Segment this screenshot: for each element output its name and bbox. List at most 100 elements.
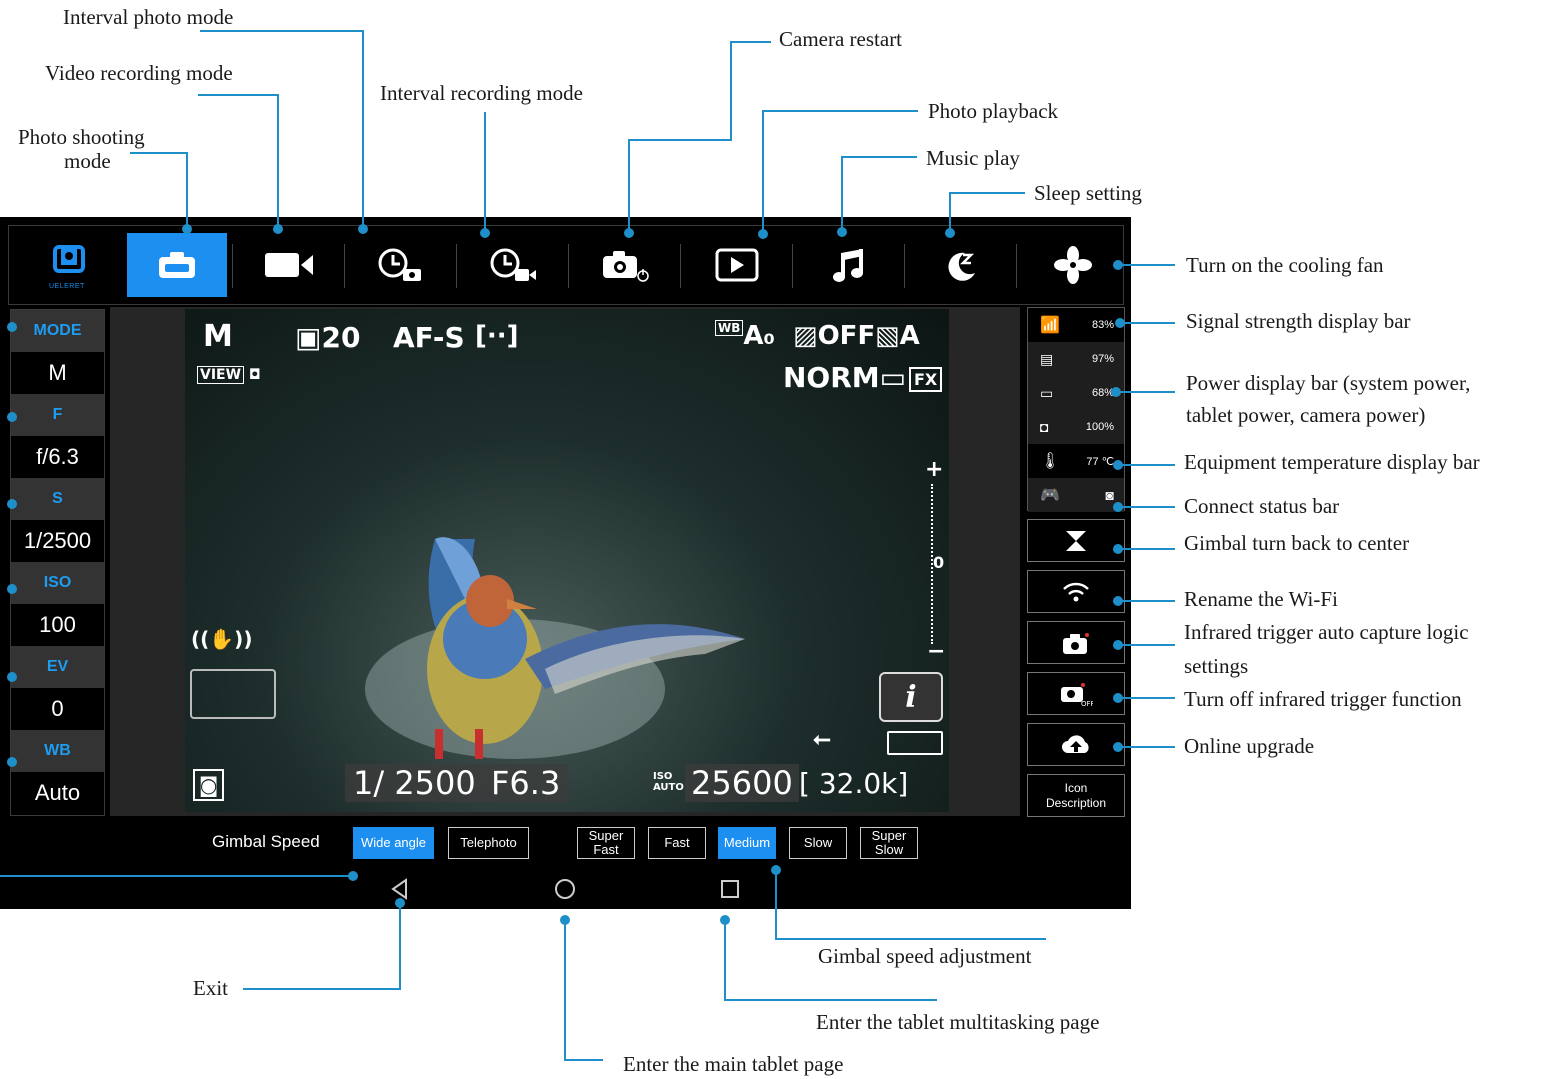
camera-connected-icon: ◙ — [1105, 487, 1114, 503]
metering-icon: ◙ — [193, 769, 225, 801]
interval-video-icon[interactable] — [463, 233, 563, 297]
icon-description-line1: Icon — [1064, 780, 1088, 795]
toolbar-divider — [456, 244, 457, 288]
osd-frames-remaining: [ 32.0k] — [799, 767, 909, 800]
rename-wifi-button[interactable] — [1027, 570, 1125, 613]
speed-super-fast-button[interactable]: Super Fast — [577, 827, 635, 859]
gimbal-speed-bar: Gimbal Speed Wide angle Telephoto Super … — [0, 823, 1131, 863]
exposure-plus: + — [925, 457, 944, 482]
camera-settings-panel: MODE M F f/6.3 S 1/2500 ISO 100 EV 0 WB … — [10, 309, 105, 816]
connect-status-row: 🎮 ◙ — [1028, 478, 1124, 512]
logo-text: UELERET — [49, 283, 85, 290]
live-view[interactable]: M ▣20 AF-S [··] WB A₀ ▨OFF ▧A VIEW ◘ NORM… — [110, 307, 1020, 816]
annotation-gimbal-speed-adjustment: Gimbal speed adjustment — [818, 944, 1032, 968]
annotation-equipment-temperature: Equipment temperature display bar — [1184, 450, 1480, 474]
sleep-icon[interactable] — [911, 233, 1011, 297]
osd-format: FX — [909, 367, 943, 392]
osd-burst-count: 20 — [321, 321, 361, 354]
camera-power-value: 100% — [1085, 421, 1114, 433]
annotation-camera-restart: Camera restart — [779, 27, 903, 51]
infrared-auto-button[interactable] — [1027, 621, 1125, 664]
gimbal-center-icon — [1066, 530, 1086, 551]
camera-power-icon: ◘ — [1040, 419, 1049, 435]
annotation-multitasking: Enter the tablet multitasking page — [816, 1010, 1100, 1034]
osd-wb: WB A₀ — [715, 320, 775, 351]
vibration-reduction-icon: ((✋)) — [191, 627, 253, 651]
annotation-main-page: Enter the main tablet page — [623, 1052, 844, 1076]
annotation-rename-wifi: Rename the Wi-Fi — [1184, 587, 1338, 611]
tablet-power-icon: ▭ — [1040, 384, 1054, 401]
setting-wb-value[interactable]: Auto — [11, 772, 104, 814]
toolbar-divider — [232, 244, 233, 288]
home-icon[interactable] — [554, 878, 576, 900]
annotation-connect-status: Connect status bar — [1184, 494, 1340, 518]
osd-mode: M — [203, 319, 233, 354]
setting-iso-value[interactable]: 100 — [11, 604, 104, 646]
toolbar-divider — [568, 244, 569, 288]
osd-view: VIEW ◘ — [197, 366, 261, 384]
telephoto-button[interactable]: Telephoto — [448, 827, 529, 859]
annotation-photo-shooting-mode-line2: mode — [64, 149, 111, 173]
infrared-camera-icon — [1063, 632, 1089, 654]
osd-shutter: 1/ 2500 — [345, 764, 484, 802]
back-icon[interactable] — [390, 878, 410, 900]
setting-ev-value[interactable]: 0 — [11, 688, 104, 730]
setting-aperture-value[interactable]: f/6.3 — [11, 436, 104, 478]
wide-angle-button[interactable]: Wide angle — [353, 827, 434, 859]
toolbar-divider — [344, 244, 345, 288]
annotation-power-display-line2: tablet power, camera power) — [1186, 403, 1426, 427]
battery-icon — [887, 731, 943, 755]
speed-medium-button[interactable]: Medium — [718, 827, 776, 859]
burst-icon: ▣ — [295, 321, 322, 354]
camera-restart-icon[interactable] — [575, 233, 675, 297]
osd-focus-area: [··] — [475, 321, 519, 351]
setting-aperture-label: F — [11, 394, 104, 436]
osd-aperture: F6.3 — [483, 764, 569, 802]
infrared-off-button[interactable]: OFF — [1027, 672, 1125, 715]
annotation-interval-recording-mode: Interval recording mode — [380, 81, 583, 105]
gimbal-center-button[interactable] — [1027, 519, 1125, 562]
recents-icon[interactable] — [720, 879, 740, 899]
fan-icon[interactable] — [1023, 233, 1123, 297]
video-mode-icon[interactable] — [239, 233, 339, 297]
wb-icon: WB — [715, 320, 744, 336]
setting-shutter-value[interactable]: 1/2500 — [11, 520, 104, 562]
tablet-screen: UELERET MODE M F f/6.3 S 1/2500 ISO 100 … — [0, 217, 1131, 909]
setting-mode-label: MODE — [11, 310, 104, 352]
toolbar-divider — [792, 244, 793, 288]
osd-picture-control-value: A — [899, 321, 920, 351]
tablet-power-row: ▭ 68% — [1028, 376, 1124, 410]
setting-wb-label: WB — [11, 730, 104, 772]
photo-mode-icon[interactable] — [127, 233, 227, 297]
battery-system-icon: ▤ — [1040, 350, 1054, 367]
annotation-video-recording-mode: Video recording mode — [45, 61, 233, 85]
exposure-zero: 0 — [933, 553, 945, 572]
thermometer-icon: 🌡 — [1040, 453, 1061, 470]
status-bars: 📶 83% ▤ 97% ▭ 68% ◘ 100% 🌡 77 ℃ 🎮 ◙ — [1027, 307, 1125, 512]
setting-mode-value[interactable]: M — [11, 352, 104, 394]
annotation-photo-shooting-mode-line1: Photo shooting — [18, 125, 145, 149]
toolbar-divider — [1016, 244, 1017, 288]
osd-adl-value: OFF — [817, 321, 876, 351]
playback-icon[interactable] — [687, 233, 787, 297]
icon-description-button[interactable]: Icon Description — [1027, 774, 1125, 817]
info-icon[interactable]: i — [879, 672, 943, 722]
gamepad-icon: 🎮 — [1040, 487, 1060, 504]
touch-shutter-icon[interactable] — [190, 669, 276, 719]
music-icon[interactable] — [799, 233, 899, 297]
osd-iso: 25600 — [685, 764, 799, 802]
logo-icon: UELERET — [19, 233, 119, 297]
picture-control-icon: ▧ — [875, 321, 900, 351]
annotation-power-display-line1: Power display bar (system power, — [1186, 371, 1471, 395]
annotation-infrared-auto-line1: Infrared trigger auto capture logic — [1184, 620, 1469, 644]
online-upgrade-button[interactable] — [1027, 723, 1125, 766]
system-power-row: ▤ 97% — [1028, 342, 1124, 376]
status-panel: 📶 83% ▤ 97% ▭ 68% ◘ 100% 🌡 77 ℃ 🎮 ◙ OFF Icon De… — [1027, 307, 1125, 817]
speed-slow-button[interactable]: Slow — [789, 827, 847, 859]
speed-fast-button[interactable]: Fast — [648, 827, 706, 859]
camera-small-icon: ◘ — [244, 367, 261, 383]
speed-super-slow-button[interactable]: Super Slow — [860, 827, 918, 859]
setting-iso-label: ISO — [11, 562, 104, 604]
usb-icon: ⭠ — [813, 727, 831, 752]
interval-photo-icon[interactable] — [351, 233, 451, 297]
